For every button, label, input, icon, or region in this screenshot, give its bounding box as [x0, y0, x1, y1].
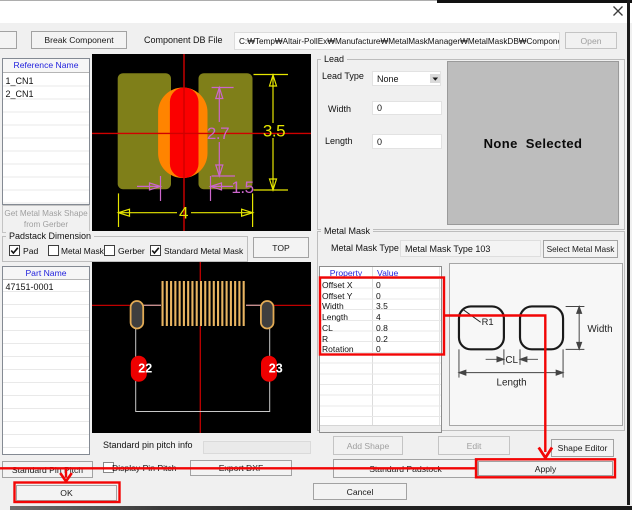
svg-text:22: 22: [138, 362, 152, 376]
svg-text:Length: Length: [496, 377, 526, 388]
svg-text:CL: CL: [505, 355, 518, 366]
svg-text:23: 23: [269, 362, 283, 376]
svg-text:3.5: 3.5: [263, 122, 285, 141]
svg-text:R1: R1: [482, 317, 494, 327]
svg-text:2.7: 2.7: [207, 124, 229, 143]
svg-text:Width: Width: [587, 324, 612, 335]
svg-text:4: 4: [179, 204, 188, 223]
svg-text:1.5: 1.5: [231, 178, 253, 197]
